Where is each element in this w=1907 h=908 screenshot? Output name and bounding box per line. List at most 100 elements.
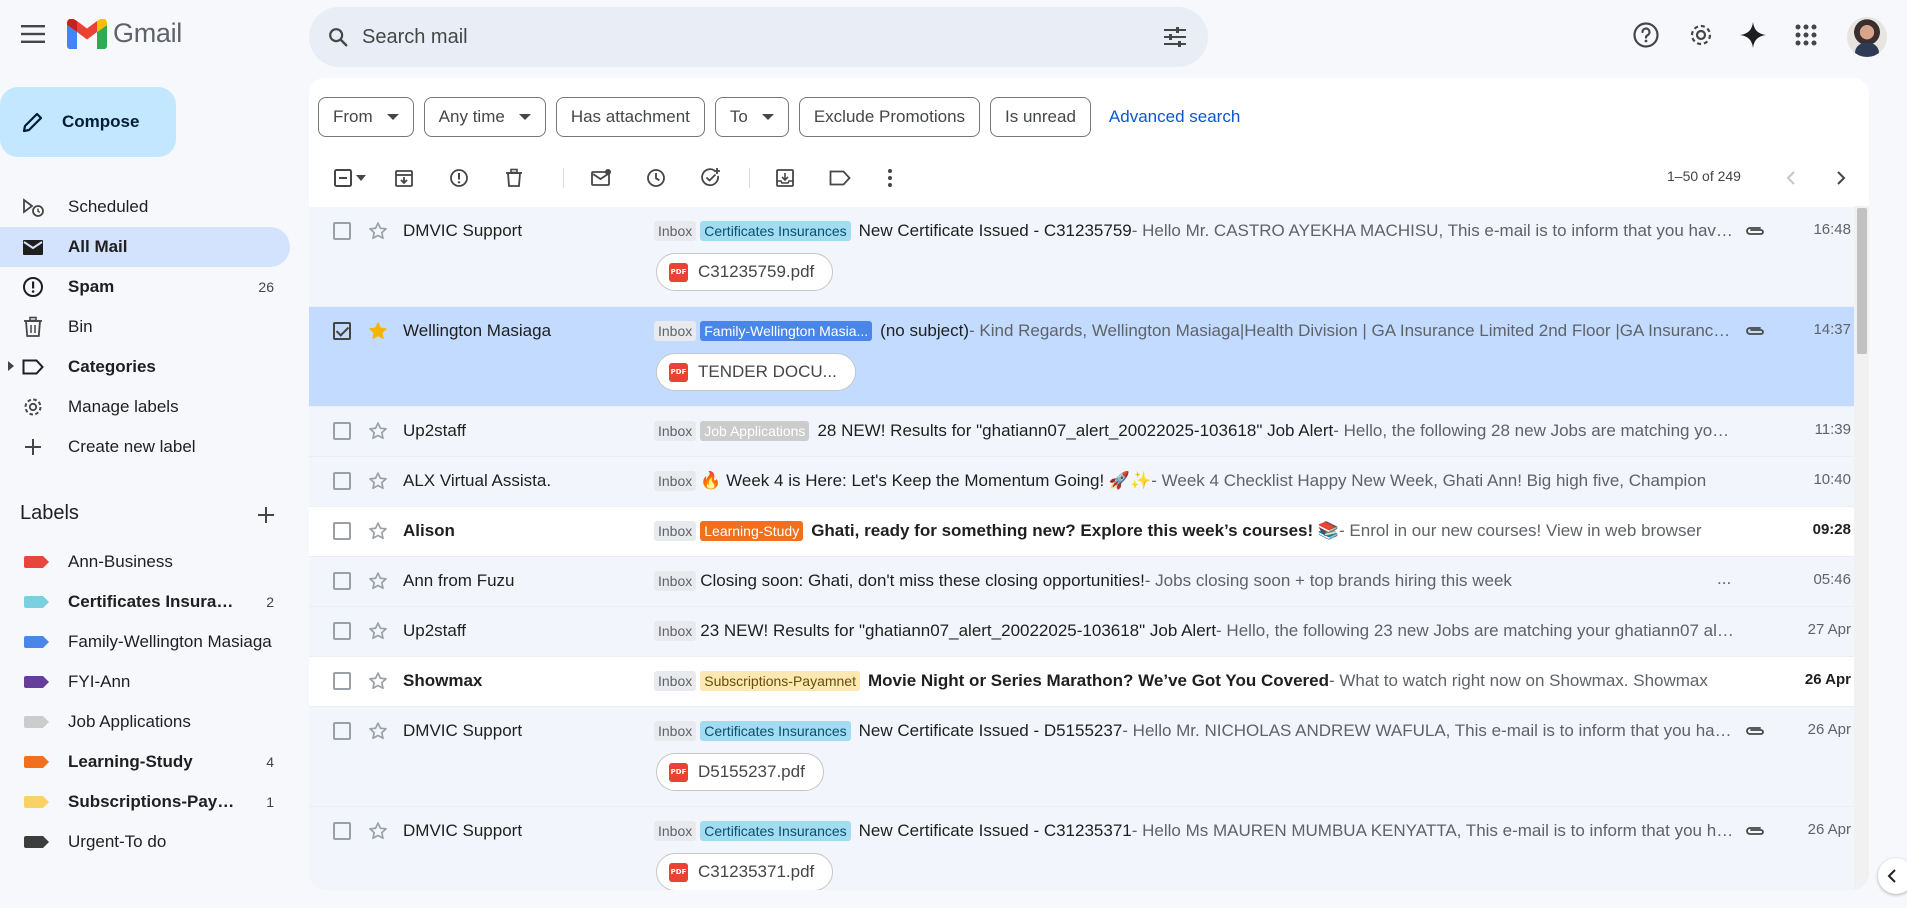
label-color-icon	[24, 756, 49, 768]
label-badge: Certificates Insurances	[700, 221, 851, 241]
star-icon[interactable]	[366, 519, 390, 543]
sidebar-item-scheduled[interactable]: Scheduled	[0, 187, 290, 227]
apps-grid-icon[interactable]	[1787, 16, 1825, 54]
filter-chip-label: To	[729, 107, 748, 126]
labels-header: Labels	[20, 500, 280, 530]
sidebar-item-bin[interactable]: Bin	[0, 307, 290, 347]
star-icon[interactable]	[366, 469, 390, 493]
star-icon[interactable]	[366, 719, 390, 743]
archive-icon[interactable]	[390, 164, 418, 192]
gmail-logo[interactable]: Gmail	[67, 18, 182, 49]
row-checkbox[interactable]	[333, 722, 351, 740]
sidebar-item-create-label[interactable]: Create new label	[0, 427, 290, 467]
help-icon[interactable]	[1627, 16, 1665, 54]
more-options-icon[interactable]	[876, 164, 904, 192]
gmail-m-icon	[67, 18, 107, 49]
search-bar[interactable]	[309, 7, 1208, 67]
select-dropdown-icon[interactable]	[352, 164, 370, 192]
search-icon[interactable]	[323, 22, 353, 52]
search-input[interactable]	[362, 7, 1122, 67]
older-page-chevron-icon[interactable]	[1777, 164, 1805, 192]
add-label-icon[interactable]	[252, 501, 280, 529]
row-checkbox[interactable]	[333, 572, 351, 590]
filter-chip[interactable]: Has attachment	[555, 97, 705, 137]
attachment-chip[interactable]: PDF D5155237.pdf	[656, 753, 824, 791]
attachment-chip[interactable]: PDF C31235371.pdf	[656, 853, 834, 890]
advanced-search-link[interactable]: Advanced search	[1109, 107, 1240, 127]
label-item[interactable]: Ann-Business	[0, 542, 290, 582]
sidebar-item-manage-labels[interactable]: Manage labels	[0, 387, 290, 427]
expand-arrow-icon[interactable]	[8, 361, 14, 371]
star-icon[interactable]	[366, 819, 390, 843]
search-options-icon[interactable]	[1160, 22, 1190, 52]
attachment-chip[interactable]: PDF TENDER DOCU...	[656, 353, 856, 391]
snooze-clock-icon[interactable]	[642, 164, 670, 192]
mail-toolbar: 1–50 of 249	[309, 154, 1869, 202]
main-menu-icon[interactable]	[14, 15, 52, 53]
row-checkbox[interactable]	[333, 222, 351, 240]
email-row[interactable]: Up2staff Inbox 23 NEW! Results for "ghatia…	[309, 607, 1869, 657]
star-icon[interactable]	[366, 669, 390, 693]
email-row[interactable]: Wellington Masiaga Inbox Family-Wellington…	[309, 307, 1869, 407]
label-item[interactable]: FYI-Ann	[0, 662, 290, 702]
scrollbar-thumb[interactable]	[1857, 208, 1867, 354]
sidebar-item-spam[interactable]: Spam 26	[0, 267, 290, 307]
newer-page-chevron-icon[interactable]	[1827, 164, 1855, 192]
label-badge: Job Applications	[700, 421, 810, 441]
label-item[interactable]: Subscriptions-Payamnet 1	[0, 782, 290, 822]
account-avatar[interactable]	[1847, 17, 1887, 57]
filter-chip[interactable]: To	[714, 97, 789, 137]
email-row[interactable]: Ann from Fuzu Inbox Closing soon: Ghati, d…	[309, 557, 1869, 607]
filter-chip[interactable]: From	[318, 97, 414, 137]
email-row[interactable]: Up2staff Inbox Job Applications 28 NEW! Res…	[309, 407, 1869, 457]
inbox-badge: Inbox	[654, 821, 697, 841]
row-checkbox[interactable]	[333, 822, 351, 840]
email-time: 26 Apr	[1807, 821, 1851, 838]
label-item[interactable]: Family-Wellington Masiaga	[0, 622, 290, 662]
label-badge: Learning-Study	[700, 521, 804, 541]
move-to-icon[interactable]	[771, 164, 799, 192]
email-snippet: - Hello Mr. CASTRO AYEKHA MACHISU, This …	[1131, 221, 1734, 240]
settings-gear-icon[interactable]	[1682, 16, 1720, 54]
row-checkbox[interactable]	[333, 672, 351, 690]
star-icon[interactable]	[366, 619, 390, 643]
sidebar-item-categories[interactable]: Categories	[0, 347, 290, 387]
filter-chip[interactable]: Is unread	[990, 97, 1091, 137]
row-checkbox[interactable]	[333, 622, 351, 640]
label-item[interactable]: Urgent-To do	[0, 822, 290, 862]
label-count: 4	[266, 754, 274, 770]
row-checkbox[interactable]	[333, 322, 351, 340]
mark-unread-icon[interactable]	[587, 164, 615, 192]
filter-chip[interactable]: Exclude Promotions	[798, 97, 981, 137]
email-row[interactable]: ALX Virtual Assista. Inbox 🔥 Week 4 is Her…	[309, 457, 1869, 507]
gemini-sparkle-icon[interactable]	[1734, 16, 1772, 54]
email-snippet: - Week 4 Checklist Happy New Week, Ghati…	[1151, 471, 1707, 490]
filter-chip-label: Has attachment	[570, 107, 690, 126]
star-filled-icon[interactable]	[366, 319, 390, 343]
attachment-chip[interactable]: PDF C31235759.pdf	[656, 253, 834, 291]
label-item[interactable]: Job Applications	[0, 702, 290, 742]
label-item[interactable]: Learning-Study 4	[0, 742, 290, 782]
filter-chip-label: From	[333, 107, 373, 126]
star-icon[interactable]	[366, 419, 390, 443]
label-item[interactable]: Certificates Insurances 2	[0, 582, 290, 622]
email-row[interactable]: Alison Inbox Learning-Study Ghati, ready fo…	[309, 507, 1869, 557]
email-subject: 28 NEW! Results for "ghatiann07_alert_20…	[817, 421, 1334, 440]
label-as-icon[interactable]	[826, 164, 854, 192]
email-row[interactable]: Showmax Inbox Subscriptions-Payamnet Movie …	[309, 657, 1869, 707]
sidebar-item-all-mail[interactable]: All Mail	[0, 227, 290, 267]
row-checkbox[interactable]	[333, 522, 351, 540]
email-row[interactable]: DMVIC Support Inbox Certificates Insurance…	[309, 707, 1869, 807]
star-icon[interactable]	[366, 219, 390, 243]
compose-button[interactable]: Compose	[0, 87, 176, 157]
row-checkbox[interactable]	[333, 472, 351, 490]
email-row[interactable]: DMVIC Support Inbox Certificates Insurance…	[309, 207, 1869, 307]
side-panel-toggle-chevron-icon[interactable]	[1878, 858, 1907, 894]
report-spam-icon[interactable]	[445, 164, 473, 192]
filter-chip[interactable]: Any time	[423, 97, 546, 137]
add-task-icon[interactable]	[697, 164, 725, 192]
delete-icon[interactable]	[500, 164, 528, 192]
star-icon[interactable]	[366, 569, 390, 593]
row-checkbox[interactable]	[333, 422, 351, 440]
email-row[interactable]: DMVIC Support Inbox Certificates Insurance…	[309, 807, 1869, 890]
